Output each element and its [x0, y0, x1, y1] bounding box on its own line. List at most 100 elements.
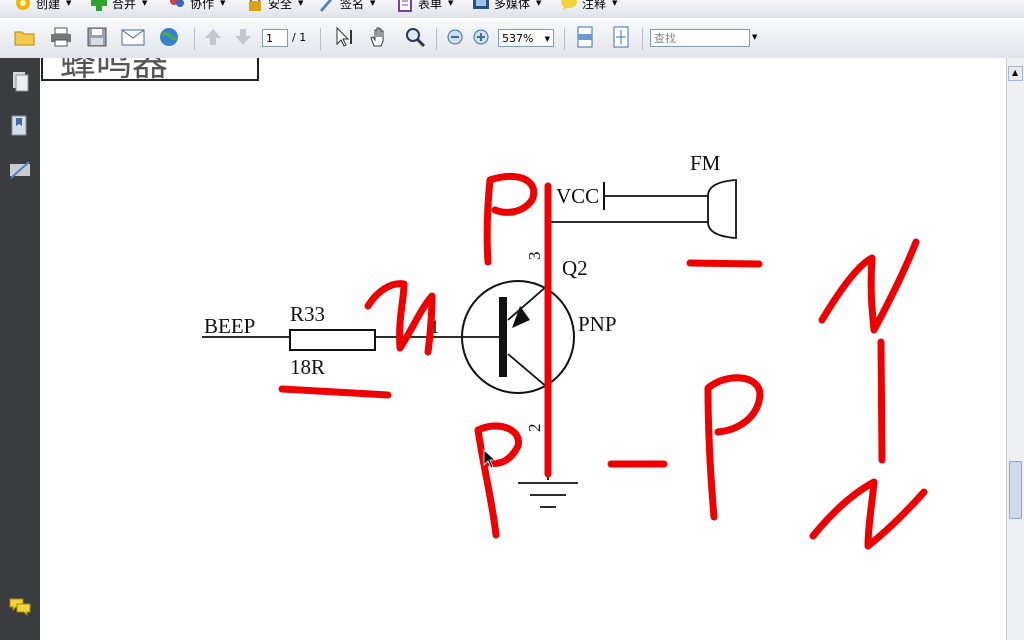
pen-icon	[318, 0, 336, 12]
menu-bar: 创建 ▼ 合并 ▼ 协作 ▼ 安全 ▼ 签名 ▼ 表单 ▼ 多媒体 ▼ 注释 ▼	[0, 0, 1024, 18]
menu-combine-label: 合并	[112, 0, 137, 11]
comments-icon	[8, 598, 32, 622]
label-pin3: 3	[525, 252, 544, 261]
menu-forms-label: 表单	[418, 0, 443, 11]
plus-circle-icon	[472, 28, 490, 50]
email-button[interactable]	[121, 27, 145, 51]
red-vertical-right	[877, 338, 886, 464]
toolbar-separator	[564, 28, 565, 50]
lock-icon	[246, 0, 264, 12]
red-dash-18r	[278, 385, 392, 399]
zoom-level-select[interactable]: 537% ▼	[498, 29, 554, 47]
globe-icon	[158, 26, 180, 52]
search-input[interactable]: 查找	[650, 29, 750, 47]
zoom-tool-button[interactable]	[404, 28, 426, 50]
heading-text: 蜂鸣器	[60, 58, 168, 83]
menu-collaborate-label: 协作	[190, 0, 215, 11]
label-beep: BEEP	[204, 314, 255, 338]
document-view[interactable]: 蜂鸣器 BEEP R33 18R 1 3 2 Q2 PNP VCC FM	[40, 58, 1006, 640]
label-pin2: 2	[525, 424, 544, 433]
fit-width-button[interactable]	[574, 26, 596, 52]
web-globe-button[interactable]	[158, 28, 180, 50]
page-canvas: 蜂鸣器 BEEP R33 18R 1 3 2 Q2 PNP VCC FM	[41, 58, 928, 550]
folder-icon	[14, 27, 36, 51]
disk-icon	[86, 27, 108, 51]
envelope-icon	[121, 27, 145, 51]
red-n-top	[818, 238, 920, 334]
menu-forms[interactable]: 表单 ▼	[396, 0, 453, 13]
schematic	[202, 179, 737, 508]
signature-icon	[8, 161, 32, 186]
minus-circle-icon	[446, 28, 464, 50]
red-p-top	[483, 172, 538, 266]
select-tool-button[interactable]	[334, 26, 356, 52]
open-folder-button[interactable]	[14, 28, 36, 50]
menu-secure[interactable]: 安全 ▼	[246, 0, 303, 13]
green-plus-icon	[90, 0, 108, 12]
menu-comment[interactable]: 注释 ▼	[560, 0, 617, 13]
menu-comment-label: 注释	[582, 0, 607, 11]
menu-combine[interactable]: 合并 ▼	[90, 0, 147, 13]
navigation-panel	[0, 58, 40, 640]
next-page-button[interactable]	[232, 28, 254, 50]
print-button[interactable]	[50, 27, 72, 51]
form-icon	[396, 0, 414, 12]
chevron-down-icon: ▼	[544, 35, 550, 43]
zoom-level-value: 537%	[502, 32, 534, 45]
bookmark-icon	[8, 115, 32, 142]
text-cursor-icon	[334, 26, 356, 52]
red-annotations	[278, 172, 928, 550]
save-button[interactable]	[86, 27, 108, 51]
zoom-out-button[interactable]	[444, 28, 466, 50]
label-q2: Q2	[562, 256, 588, 280]
emitter-arrow	[512, 306, 530, 328]
comments-panel-button[interactable]	[8, 596, 32, 620]
emitter-lead	[507, 284, 549, 321]
heading-box: 蜂鸣器	[41, 58, 259, 83]
label-fm: FM	[690, 151, 721, 175]
film-icon	[472, 0, 490, 12]
toolbar: 1 / 1 537% ▼ 查找 ▼	[0, 20, 1024, 59]
pages-panel-button[interactable]	[8, 70, 32, 94]
signatures-panel-button[interactable]	[8, 158, 32, 182]
menu-collaborate[interactable]: 协作 ▼	[168, 0, 225, 13]
toolbar-separator	[642, 28, 643, 50]
resistor-r33	[289, 329, 376, 351]
arrow-down-icon	[233, 27, 253, 51]
people-icon	[168, 0, 186, 12]
menu-create-label: 创建	[36, 0, 61, 11]
label-18r: 18R	[290, 355, 325, 379]
menu-sign-label: 签名	[340, 0, 365, 11]
arrow-up-icon	[203, 27, 223, 51]
gear-create-icon	[14, 0, 32, 12]
fit-page-icon	[611, 26, 631, 52]
collector-lead	[507, 353, 549, 389]
menu-create[interactable]: 创建 ▼	[14, 0, 71, 13]
red-p-middle	[704, 374, 764, 521]
label-pnp: PNP	[578, 312, 617, 336]
toolbar-separator	[436, 28, 437, 50]
fit-page-button[interactable]	[610, 26, 632, 52]
comment-bubble-icon	[560, 0, 578, 12]
previous-page-button[interactable]	[202, 28, 224, 50]
vertical-scrollbar[interactable]: ▲	[1006, 58, 1024, 640]
menu-sign[interactable]: 签名 ▼	[318, 0, 375, 13]
fit-width-icon	[575, 26, 595, 52]
scroll-up-arrow-icon: ▲	[1012, 68, 1019, 77]
hand-tool-button[interactable]	[368, 27, 390, 50]
label-vcc: VCC	[556, 184, 599, 208]
bookmarks-panel-button[interactable]	[8, 114, 32, 138]
page-number-input[interactable]: 1	[262, 29, 288, 47]
menu-multimedia[interactable]: 多媒体 ▼	[472, 0, 541, 13]
menu-secure-label: 安全	[268, 0, 293, 11]
red-n-squiggle	[364, 280, 436, 356]
zoom-in-button[interactable]	[470, 28, 492, 50]
search-options-chevron-icon[interactable]: ▼	[752, 33, 757, 41]
toolbar-separator	[320, 28, 321, 50]
red-dash-fm	[686, 259, 763, 268]
scroll-thumb[interactable]	[1009, 461, 1022, 519]
buzzer-fm	[707, 179, 737, 239]
pages-icon	[8, 72, 32, 98]
printer-icon	[50, 27, 72, 51]
scroll-up-button[interactable]: ▲	[1008, 66, 1023, 81]
